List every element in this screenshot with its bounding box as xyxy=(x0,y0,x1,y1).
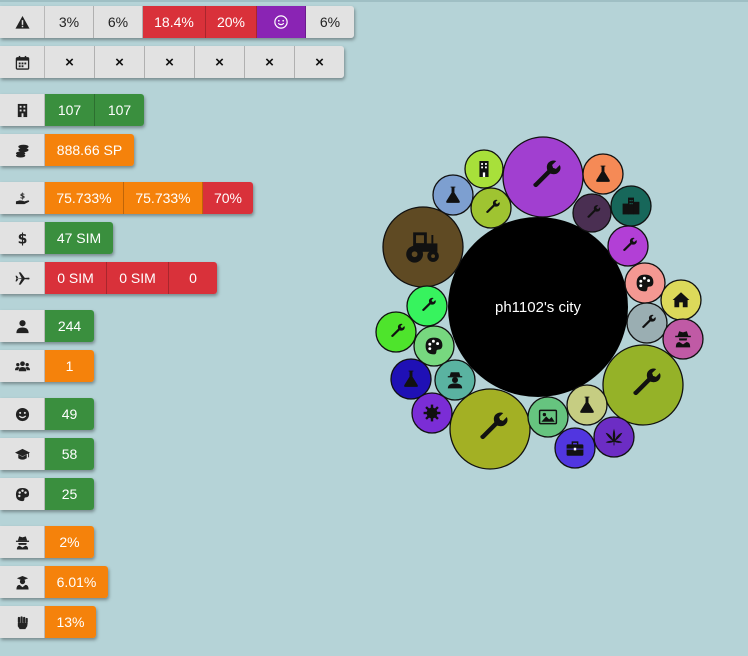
city-name: ph1102's city xyxy=(495,299,581,316)
bubble-wrench[interactable] xyxy=(607,225,649,267)
bubble-tractor[interactable] xyxy=(382,206,464,288)
bubble-palette[interactable] xyxy=(624,262,666,304)
bubble-wrench[interactable] xyxy=(602,344,684,426)
bubble-flask[interactable] xyxy=(566,384,608,426)
bubble-home[interactable] xyxy=(660,279,702,321)
bubble-building[interactable] xyxy=(464,149,504,189)
bubble-wrench[interactable] xyxy=(406,285,448,327)
bubble-wrench[interactable] xyxy=(375,311,417,353)
gear-icon xyxy=(423,404,441,422)
bubble-city[interactable] xyxy=(610,185,652,227)
bubble-svg: ph1102's city xyxy=(375,136,704,470)
bubble-flask[interactable] xyxy=(390,358,432,400)
city-bubble-chart: ph1102's city xyxy=(0,0,748,651)
building-icon xyxy=(479,161,489,177)
bubble-person[interactable] xyxy=(434,359,476,401)
bubble-flask[interactable] xyxy=(582,153,624,195)
bubble-wrench[interactable] xyxy=(470,187,512,229)
bubble-briefcase[interactable] xyxy=(554,427,596,469)
bubble-flask[interactable] xyxy=(432,174,474,216)
bubble-wrench[interactable] xyxy=(572,193,612,233)
bubble-cannabis[interactable] xyxy=(593,416,635,458)
bubble-palette[interactable] xyxy=(413,325,455,367)
bubble-spy[interactable] xyxy=(662,318,704,360)
bubble-circle[interactable] xyxy=(527,396,569,438)
bubble-wrench[interactable] xyxy=(502,136,584,218)
bubble-wrench[interactable] xyxy=(449,388,531,470)
bubble-gear[interactable] xyxy=(411,392,453,434)
bubble-wrench[interactable] xyxy=(626,302,668,344)
bubble-image[interactable] xyxy=(527,396,569,438)
